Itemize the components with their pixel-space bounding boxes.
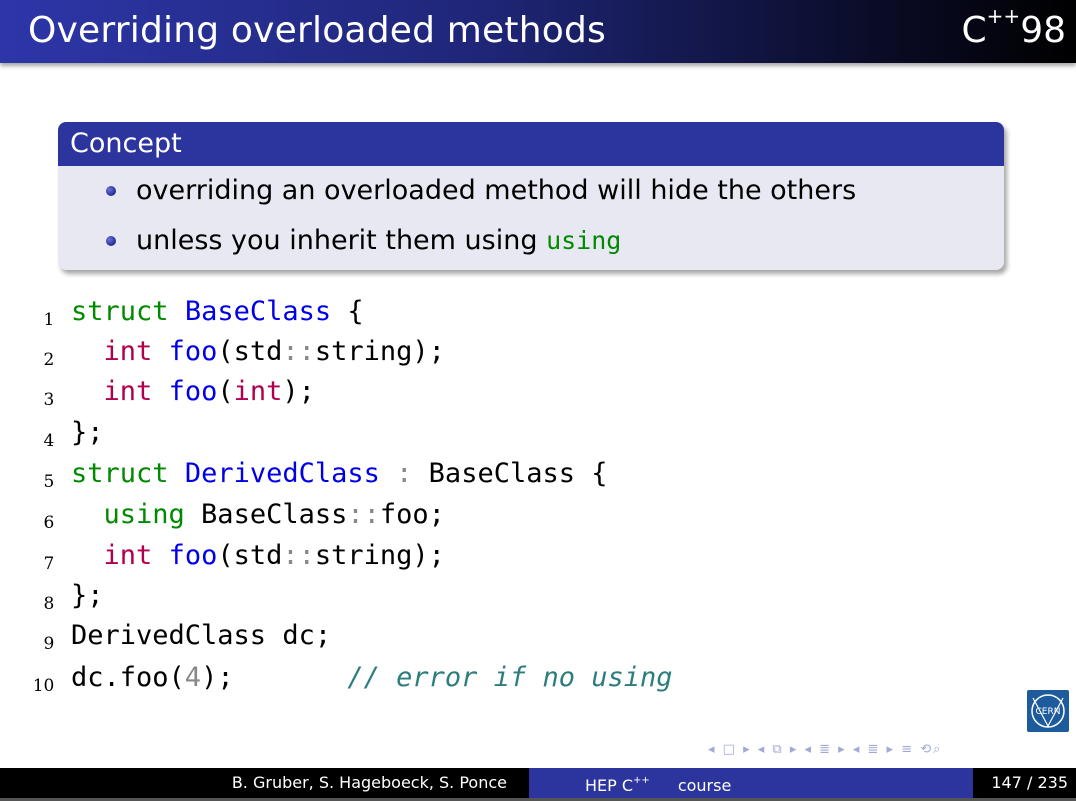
footer-page-number: 147 / 235 <box>973 768 1076 798</box>
code-line: 9 DerivedClass dc; <box>0 620 332 660</box>
slide-header: Overriding overloaded methods C++98 <box>0 0 1076 63</box>
footer-authors: B. Gruber, S. Hageboeck, S. Ponce <box>0 768 529 798</box>
code-line: 3 int foo(int); <box>0 376 315 416</box>
nav-subsection-icon[interactable]: ◂ ⧉ ▸ <box>758 742 799 757</box>
cern-logo: CERN <box>1027 690 1069 732</box>
line-number: 5 <box>43 472 55 492</box>
footer-course: HEP C++ course <box>529 768 973 798</box>
code-line: 1 struct BaseClass { <box>0 296 364 336</box>
line-number: 9 <box>43 634 55 654</box>
cpp-version-badge: C++98 <box>961 4 1066 51</box>
code-line: 10 dc.foo(4); // error if no using <box>0 662 673 702</box>
code-line: 4 }; <box>0 417 104 457</box>
bullet-2-text: unless you inherit them using <box>136 225 547 256</box>
cern-logo-text: CERN <box>1036 707 1061 717</box>
concept-title: Concept <box>58 122 1004 166</box>
bullet-icon <box>106 186 116 196</box>
line-number: 7 <box>43 554 55 574</box>
nav-section2-icon[interactable]: ◂ ≣ ▸ <box>853 742 895 757</box>
badge-version: 98 <box>1020 10 1066 51</box>
badge-sup: ++ <box>986 4 1021 28</box>
concept-bullet-1: overriding an overloaded method will hid… <box>136 175 857 206</box>
nav-search-icon[interactable]: ⟲⌕ <box>920 742 942 757</box>
slide-footer: B. Gruber, S. Hageboeck, S. Ponce HEP C+… <box>0 768 1076 801</box>
slide-title: Overriding overloaded methods <box>28 10 606 51</box>
code-line: 6 using BaseClass::foo; <box>0 499 445 539</box>
line-number: 10 <box>32 676 55 696</box>
line-number: 1 <box>43 310 55 330</box>
bullet-2-code: using <box>546 226 622 255</box>
nav-align-icon[interactable]: ≡ <box>901 742 914 757</box>
bullet-icon <box>106 236 116 246</box>
code-line: 7 int foo(std::string); <box>0 540 445 580</box>
code-line: 2 int foo(std::string); <box>0 336 445 376</box>
nav-frame-left-icon[interactable]: ◂ □ ▸ <box>708 742 752 757</box>
concept-block: Concept overriding an overloaded method … <box>58 122 1004 270</box>
line-number: 3 <box>43 390 55 410</box>
beamer-nav-symbols[interactable]: ◂ □ ▸ ◂ ⧉ ▸ ◂ ≣ ▸ ◂ ≣ ▸ ≡ ⟲⌕ <box>708 742 942 757</box>
line-number: 2 <box>43 350 55 370</box>
code-line: 8 }; <box>0 580 104 620</box>
concept-bullet-2: unless you inherit them using using <box>136 224 621 258</box>
cern-logo-icon: CERN <box>1031 694 1065 728</box>
line-number: 6 <box>43 513 55 533</box>
line-number: 8 <box>43 594 55 614</box>
nav-section-icon[interactable]: ◂ ≣ ▸ <box>805 742 847 757</box>
badge-base: C <box>961 10 987 51</box>
code-line: 5 struct DerivedClass : BaseClass { <box>0 458 608 498</box>
line-number: 4 <box>43 431 55 451</box>
